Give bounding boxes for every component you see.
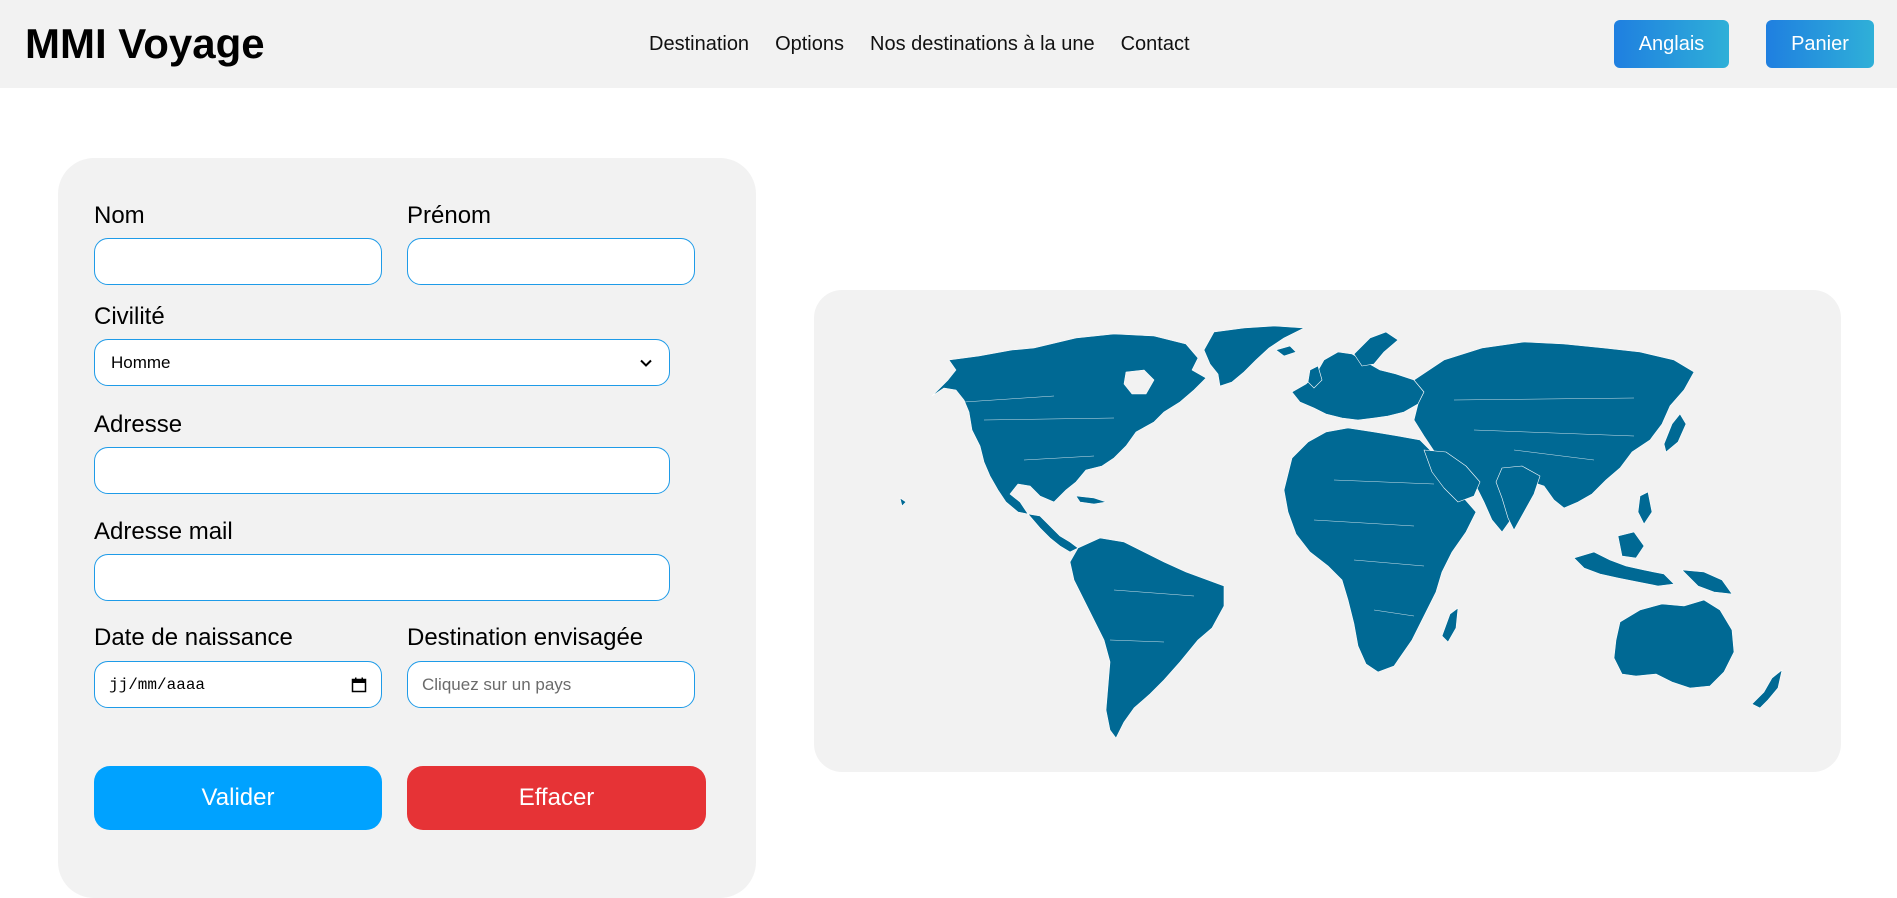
civilite-selected-value: Homme xyxy=(111,352,171,372)
prenom-label: Prénom xyxy=(407,202,492,229)
country-new-zealand[interactable] xyxy=(1751,669,1783,709)
prenom-input[interactable] xyxy=(407,238,695,285)
destination-input[interactable]: Cliquez sur un pays xyxy=(407,661,695,708)
world-map-panel xyxy=(814,290,1841,772)
world-map[interactable] xyxy=(814,290,1841,772)
country-japan[interactable] xyxy=(1663,413,1687,453)
booking-form: Nom Prénom Civilité Homme Adresse Adress… xyxy=(58,158,756,898)
site-logo[interactable]: MMI Voyage xyxy=(25,20,265,68)
chevron-down-icon xyxy=(640,359,652,367)
country-borneo[interactable] xyxy=(1617,531,1645,559)
country-central-america[interactable] xyxy=(1027,513,1079,553)
birthdate-input[interactable]: jj/mm/aaaa xyxy=(94,661,382,708)
country-scandinavia[interactable] xyxy=(1353,331,1399,367)
country-philippines[interactable] xyxy=(1637,491,1653,525)
main-nav: Destination Options Nos destinations à l… xyxy=(649,30,1190,58)
top-bar: MMI Voyage Destination Options Nos desti… xyxy=(0,0,1897,88)
calendar-icon[interactable] xyxy=(351,677,367,693)
destination-placeholder: Cliquez sur un pays xyxy=(422,674,572,694)
nav-destination[interactable]: Destination xyxy=(649,30,749,58)
nav-options[interactable]: Options xyxy=(775,30,844,58)
adresse-label: Adresse xyxy=(94,411,183,438)
birthdate-label: Date de naissance xyxy=(94,624,293,651)
country-australia[interactable] xyxy=(1613,599,1735,689)
nav-featured-destinations[interactable]: Nos destinations à la une xyxy=(870,30,1095,58)
birthdate-placeholder: jj/mm/aaaa xyxy=(109,675,206,694)
nom-label: Nom xyxy=(94,202,145,229)
email-label: Adresse mail xyxy=(94,518,233,545)
country-iceland[interactable] xyxy=(1275,345,1297,357)
civilite-select[interactable]: Homme xyxy=(94,339,670,386)
country-south-america[interactable] xyxy=(1069,537,1225,739)
language-button[interactable]: Anglais xyxy=(1614,20,1729,68)
country-hawaii[interactable] xyxy=(899,497,907,507)
country-indonesia[interactable] xyxy=(1573,551,1675,587)
country-madagascar[interactable] xyxy=(1441,607,1459,643)
nom-input[interactable] xyxy=(94,238,382,285)
civilite-label: Civilité xyxy=(94,303,165,330)
email-input[interactable] xyxy=(94,554,670,601)
country-new-guinea[interactable] xyxy=(1681,569,1733,595)
country-greenland[interactable] xyxy=(1203,325,1305,387)
country-north-america[interactable] xyxy=(931,333,1207,515)
cart-button[interactable]: Panier xyxy=(1766,20,1874,68)
nav-contact[interactable]: Contact xyxy=(1121,30,1190,58)
adresse-input[interactable] xyxy=(94,447,670,494)
submit-button[interactable]: Valider xyxy=(94,766,382,830)
destination-label: Destination envisagée xyxy=(407,624,644,651)
country-caribbean[interactable] xyxy=(1075,495,1107,505)
clear-button[interactable]: Effacer xyxy=(407,766,706,830)
